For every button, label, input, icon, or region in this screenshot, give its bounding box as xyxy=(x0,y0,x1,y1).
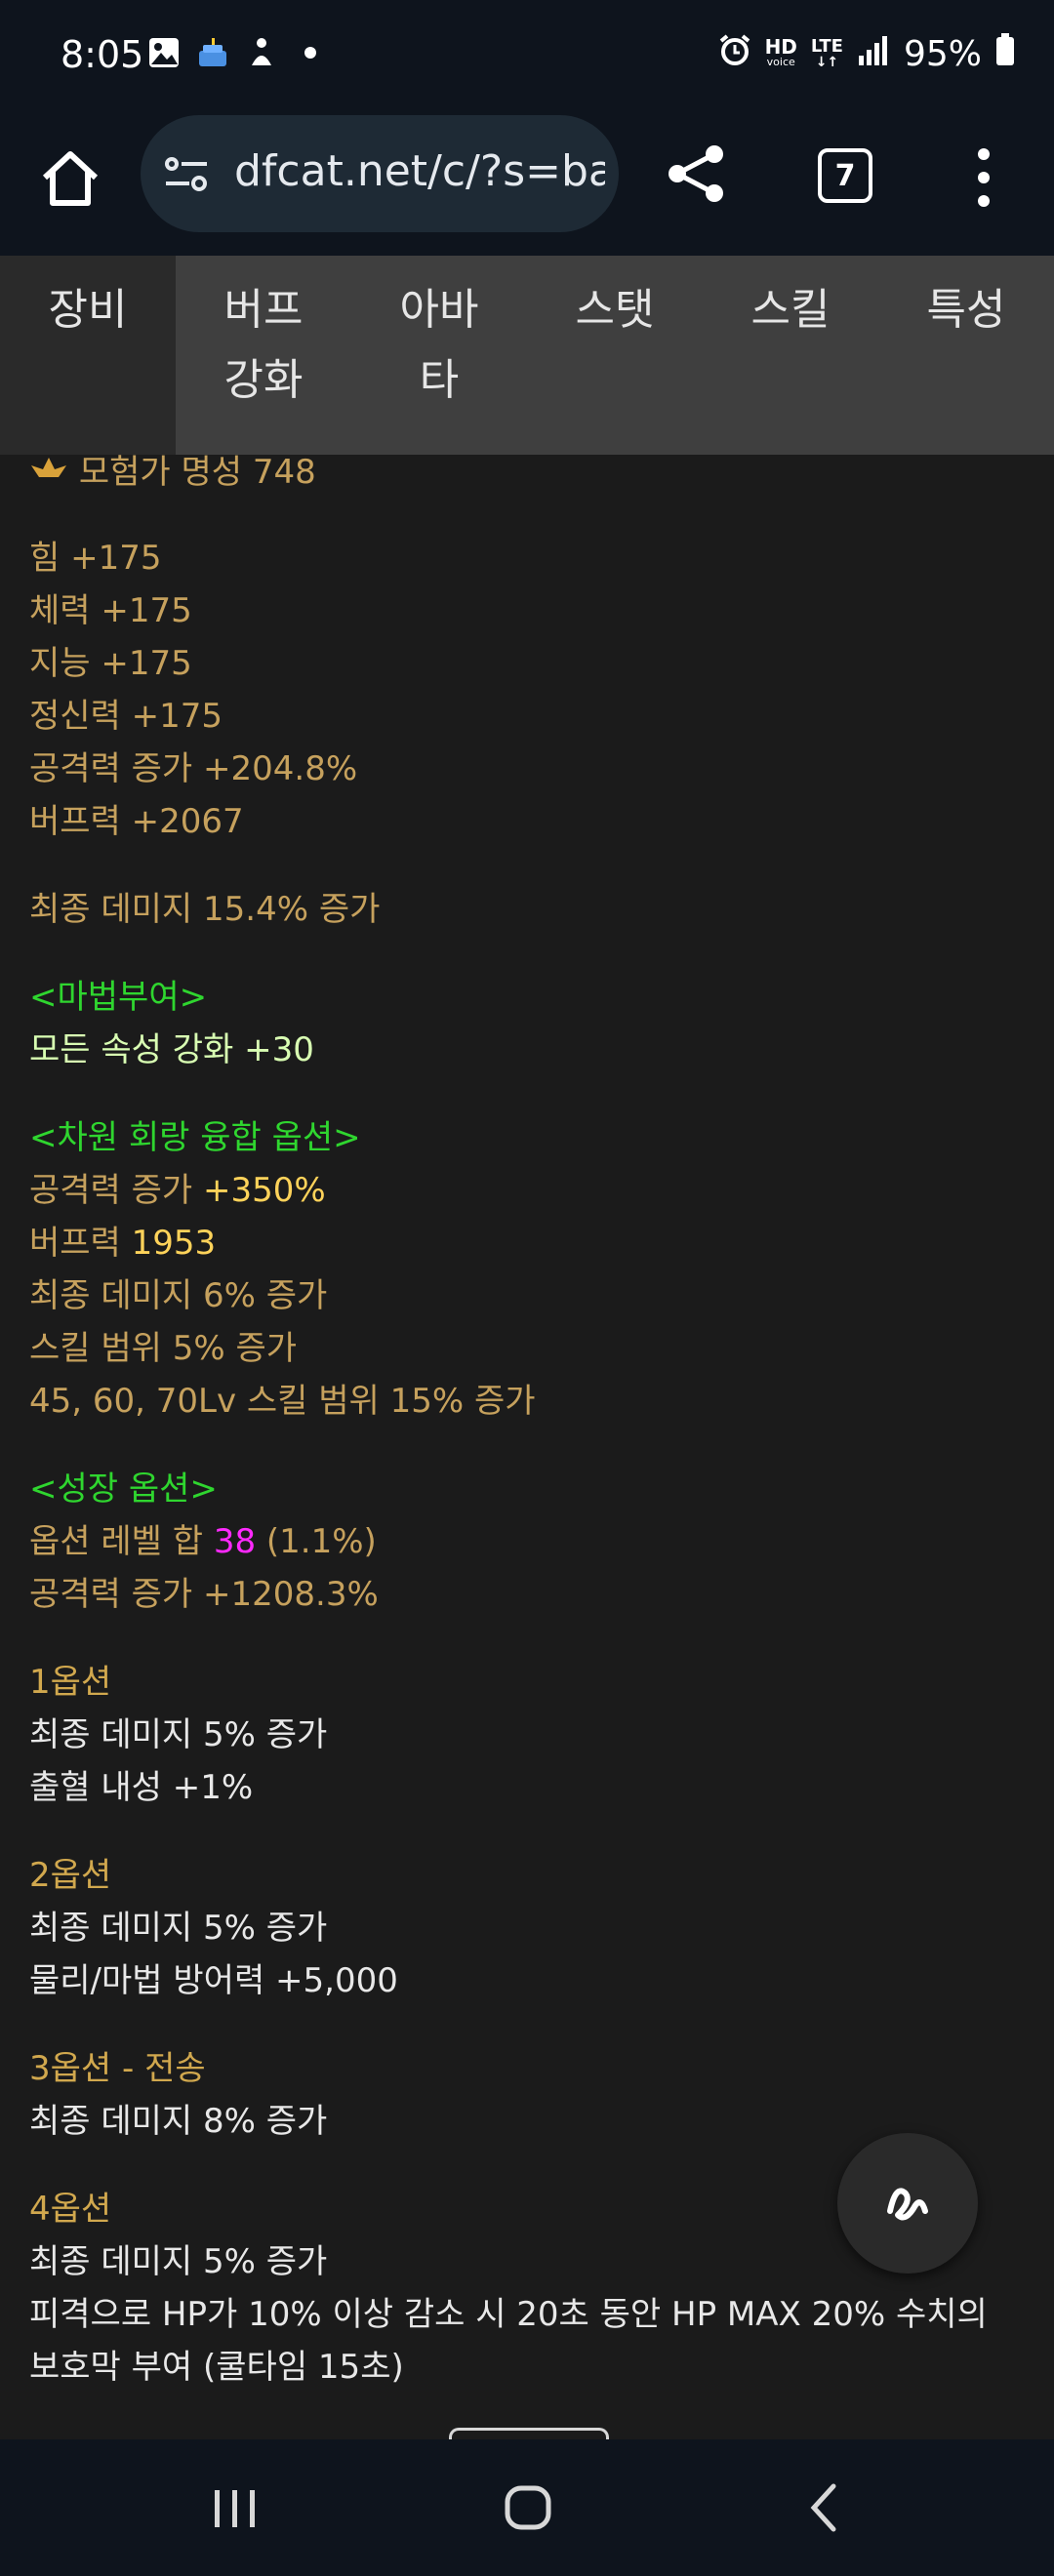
fusion-attack-value: +350% xyxy=(203,1171,326,1210)
option4-line3: 보호막 부여 (쿨타임 15초) xyxy=(29,2348,404,2387)
url-text[interactable]: dfcat.net/c/?s=ba xyxy=(234,146,605,196)
recents-icon xyxy=(215,2490,255,2527)
address-bar[interactable]: dfcat.net/c/?s=ba xyxy=(141,115,619,232)
stat-vitality: 체력 +175 xyxy=(29,591,192,630)
battery-percent: 95% xyxy=(903,34,982,74)
back-icon xyxy=(810,2483,836,2532)
hd-voice-icon: HD voice xyxy=(764,34,797,68)
option4-line1: 최종 데미지 5% 증가 xyxy=(29,2242,328,2281)
option2-line2: 물리/마법 방어력 +5,000 xyxy=(29,1961,398,2000)
home-button[interactable] xyxy=(35,144,105,215)
stat-spirit: 정신력 +175 xyxy=(29,697,223,736)
more-icon xyxy=(978,148,990,207)
cake-icon xyxy=(195,35,230,70)
option2-title: 2옵션 xyxy=(29,1856,112,1895)
status-system-icons: HD voice LTE ↓↑ 95% xyxy=(718,33,1015,75)
gallery-icon xyxy=(146,35,182,70)
back-button[interactable] xyxy=(790,2476,859,2539)
dot-icon xyxy=(293,35,328,70)
tab-traits[interactable]: 특성 xyxy=(878,256,1054,455)
signal-icon xyxy=(857,34,890,74)
growth-option-level: 옵션 레벨 합 38 (1.1%) xyxy=(29,1522,377,1561)
battery-icon xyxy=(995,33,1015,75)
stat-attack-increase: 공격력 증가 +204.8% xyxy=(29,749,358,788)
fusion-final-damage: 최종 데미지 6% 증가 xyxy=(29,1276,328,1315)
stat-intelligence: 지능 +175 xyxy=(29,644,192,683)
tab-skills[interactable]: 스킬 xyxy=(703,256,878,455)
fusion-attack: 공격력 증가 +350% xyxy=(29,1171,326,1210)
fame-text: 모험가 명성 748 xyxy=(78,455,316,492)
stat-final-damage: 최종 데미지 15.4% 증가 xyxy=(29,890,381,929)
squiggle-fab-icon xyxy=(887,2188,928,2221)
fusion-header: <차원 회랑 융합 옵션> xyxy=(29,1118,361,1157)
tab-equipment[interactable]: 장비 xyxy=(0,256,176,455)
option3-line1: 최종 데미지 8% 증가 xyxy=(29,2102,328,2141)
growth-attack: 공격력 증가 +1208.3% xyxy=(29,1575,379,1614)
tab-avatar[interactable]: 아바 타 xyxy=(351,256,527,455)
recents-button[interactable] xyxy=(201,2476,269,2539)
share-icon xyxy=(669,145,723,202)
option3-title: 3옵션 - 전송 xyxy=(29,2049,206,2088)
option1-line2: 출혈 내성 +1% xyxy=(29,1768,254,1807)
option1-title: 1옵션 xyxy=(29,1663,112,1702)
option4-line2: 피격으로 HP가 10% 이상 감소 시 20초 동안 HP MAX 20% 수… xyxy=(29,2295,988,2334)
status-time: 8:05 xyxy=(61,33,144,76)
stat-buff-power: 버프력 +2067 xyxy=(29,802,244,841)
status-bar: 8:05 HD voice LTE ↓↑ 95% xyxy=(0,0,1054,115)
fusion-skill-range-lv: 45, 60, 70Lv 스킬 범위 15% 증가 xyxy=(29,1382,536,1421)
fusion-buff-value: 1953 xyxy=(131,1224,217,1263)
tab-buff-enhance[interactable]: 버프 강화 xyxy=(176,256,351,455)
growth-level-value: 38 xyxy=(213,1522,257,1561)
lte-icon: LTE ↓↑ xyxy=(810,35,843,70)
tab-stats[interactable]: 스탯 xyxy=(527,256,703,455)
fame-emblem-icon xyxy=(29,455,68,494)
option4-title: 4옵션 xyxy=(29,2190,112,2229)
fusion-buff: 버프력 1953 xyxy=(29,1224,217,1263)
share-button[interactable] xyxy=(666,142,728,205)
growth-header: <성장 옵션> xyxy=(29,1469,218,1509)
option1-line1: 최종 데미지 5% 증가 xyxy=(29,1715,328,1754)
browser-toolbar: dfcat.net/c/?s=ba 7 xyxy=(0,115,1054,256)
alarm-icon xyxy=(718,33,751,75)
option2-line1: 최종 데미지 5% 증가 xyxy=(29,1909,328,1948)
tabs-icon[interactable]: 7 xyxy=(818,148,872,203)
home-nav-icon xyxy=(505,2485,551,2530)
enchant-header: <마법부여> xyxy=(29,978,208,1017)
accessibility-icon xyxy=(244,35,279,70)
more-menu-button[interactable] xyxy=(972,146,995,209)
status-notification-icons xyxy=(146,35,328,70)
floating-action-button[interactable] xyxy=(837,2133,978,2274)
home-nav-button[interactable] xyxy=(494,2476,562,2539)
fame-line: 모험가 명성 748 xyxy=(29,455,316,494)
page-tab-strip: 장비 버프 강화 아바 타 스탯 스킬 특성 xyxy=(0,256,1054,455)
site-settings-icon[interactable] xyxy=(164,154,209,193)
fusion-skill-range: 스킬 범위 5% 증가 xyxy=(29,1329,298,1368)
system-nav-bar xyxy=(0,2439,1054,2576)
stat-strength: 힘 +175 xyxy=(29,539,162,578)
home-icon xyxy=(42,151,99,206)
enchant-all-element: 모든 속성 강화 +30 xyxy=(29,1030,314,1069)
